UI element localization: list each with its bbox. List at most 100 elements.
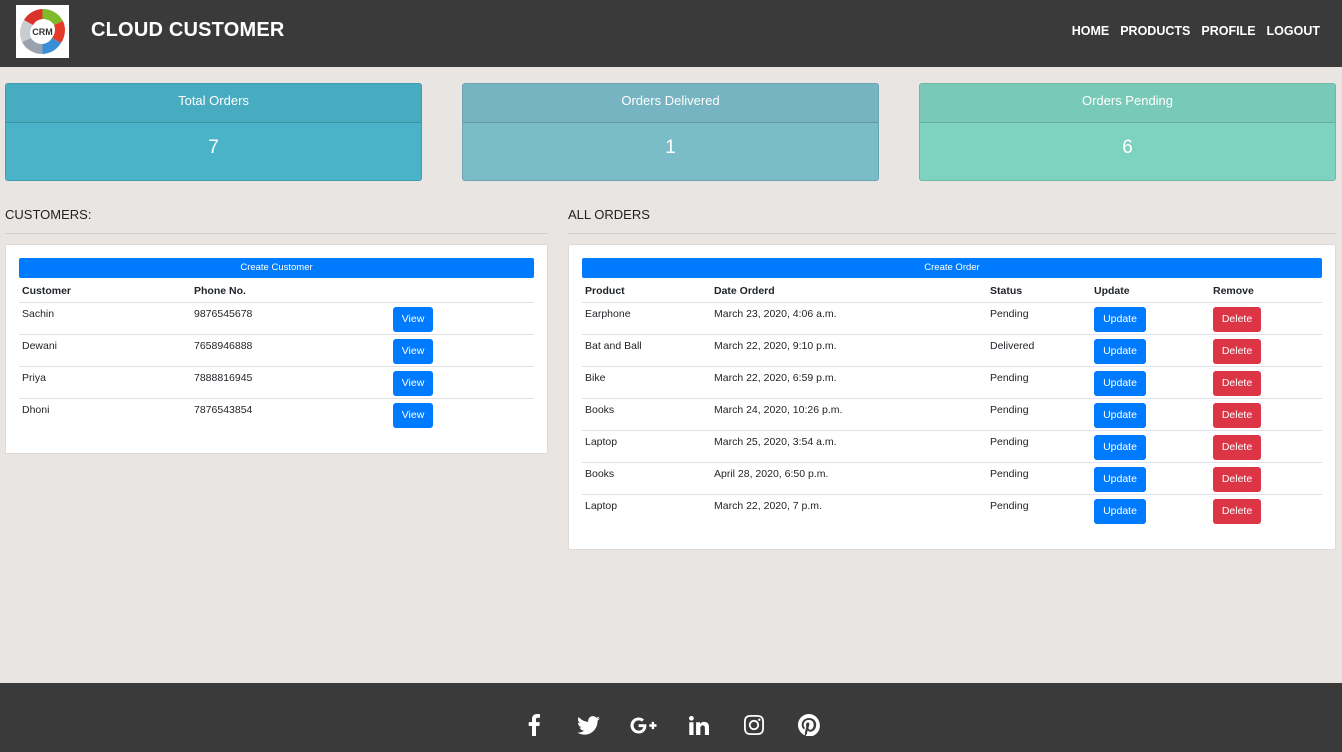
table-row: Earphone March 23, 2020, 4:06 a.m. Pendi… (582, 302, 1322, 335)
pinterest-icon[interactable] (781, 713, 836, 737)
customer-name: Dhoni (22, 403, 50, 416)
order-date: March 24, 2020, 10:26 p.m. (711, 398, 987, 431)
column-header-date: Date Orderd (711, 281, 987, 303)
order-status: Pending (987, 302, 1091, 335)
navbar: CRM CLOUD CUSTOMER HOME PRODUCTS PROFILE… (0, 0, 1342, 67)
order-date: April 28, 2020, 6:50 p.m. (711, 462, 987, 495)
order-product: Books (582, 462, 711, 495)
column-header-customer: Customer (19, 281, 191, 303)
update-order-button[interactable]: Update (1094, 402, 1146, 428)
customers-title: CUSTOMERS: (5, 207, 92, 222)
table-row: Laptop March 22, 2020, 7 p.m. Pending Up… (582, 494, 1322, 526)
customers-table: Customer Phone No. Sachin 9876545678 Vie… (19, 281, 534, 430)
total-orders-card: Total Orders 7 (5, 83, 422, 181)
view-customer-button[interactable]: View (393, 338, 433, 364)
order-date: March 23, 2020, 4:06 a.m. (711, 302, 987, 335)
order-date: March 25, 2020, 3:54 a.m. (711, 430, 987, 463)
customers-panel: Create Customer Customer Phone No. Sachi… (5, 244, 548, 454)
nav-profile[interactable]: PROFILE (1201, 24, 1255, 38)
nav-home[interactable]: HOME (1072, 24, 1110, 38)
table-row: Books March 24, 2020, 10:26 p.m. Pending… (582, 398, 1322, 431)
view-customer-button[interactable]: View (393, 402, 433, 428)
customer-name: Sachin (19, 302, 191, 335)
orders-delivered-value: 1 (665, 137, 676, 158)
column-header-product: Product (582, 281, 711, 303)
customer-phone: 7658946888 (191, 334, 390, 367)
order-status: Pending (990, 499, 1029, 512)
delete-order-button[interactable]: Delete (1213, 402, 1261, 428)
orders-table: Product Date Orderd Status Update Remove… (582, 281, 1322, 526)
order-status: Pending (987, 366, 1091, 399)
customer-name: Dewani (19, 334, 191, 367)
orders-divider (568, 233, 1336, 234)
customer-phone: 9876545678 (191, 302, 390, 335)
update-order-button[interactable]: Update (1094, 306, 1146, 332)
brand-title[interactable]: CLOUD CUSTOMER (91, 19, 285, 42)
linkedin-icon[interactable] (671, 713, 726, 737)
nav-menu: HOME PRODUCTS PROFILE LOGOUT (1072, 24, 1320, 38)
orders-pending-label: Orders Pending (920, 84, 1335, 123)
table-row: Laptop March 25, 2020, 3:54 a.m. Pending… (582, 430, 1322, 463)
customer-name: Priya (19, 366, 191, 399)
update-order-button[interactable]: Update (1094, 434, 1146, 460)
nav-logout[interactable]: LOGOUT (1267, 24, 1320, 38)
order-product: Laptop (585, 499, 618, 512)
google-plus-icon[interactable] (616, 713, 671, 737)
delete-order-button[interactable]: Delete (1213, 498, 1261, 524)
orders-title: ALL ORDERS (568, 207, 650, 222)
view-customer-button[interactable]: View (393, 370, 433, 396)
customer-phone: 7888816945 (191, 366, 390, 399)
view-customer-button[interactable]: View (393, 306, 433, 332)
create-customer-button[interactable]: Create Customer (19, 258, 534, 278)
create-order-button[interactable]: Create Order (582, 258, 1322, 278)
order-product: Earphone (582, 302, 711, 335)
nav-products[interactable]: PRODUCTS (1120, 24, 1190, 38)
logo-text: CRM (32, 27, 53, 37)
order-status: Pending (987, 462, 1091, 495)
update-order-button[interactable]: Update (1094, 370, 1146, 396)
column-header-phone: Phone No. (191, 281, 390, 303)
social-links (0, 713, 1342, 737)
order-status: Pending (987, 430, 1091, 463)
footer (0, 683, 1342, 752)
table-row: Sachin 9876545678 View (19, 302, 534, 335)
order-product: Books (582, 398, 711, 431)
column-header-action (390, 281, 534, 303)
order-date: March 22, 2020, 7 p.m. (714, 499, 822, 512)
instagram-icon[interactable] (726, 713, 781, 737)
table-row: Bat and Ball March 22, 2020, 9:10 p.m. D… (582, 334, 1322, 367)
delete-order-button[interactable]: Delete (1213, 306, 1261, 332)
twitter-icon[interactable] (561, 713, 616, 737)
update-order-button[interactable]: Update (1094, 466, 1146, 492)
table-row: Priya 7888816945 View (19, 366, 534, 399)
update-order-button[interactable]: Update (1094, 338, 1146, 364)
order-product: Laptop (582, 430, 711, 463)
facebook-icon[interactable] (506, 713, 561, 737)
orders-panel: Create Order Product Date Orderd Status … (568, 244, 1336, 550)
order-product: Bat and Ball (582, 334, 711, 367)
delete-order-button[interactable]: Delete (1213, 370, 1261, 396)
delete-order-button[interactable]: Delete (1213, 338, 1261, 364)
column-header-update: Update (1091, 281, 1210, 303)
orders-delivered-label: Orders Delivered (463, 84, 878, 123)
column-header-remove: Remove (1210, 281, 1322, 303)
table-row: Books April 28, 2020, 6:50 p.m. Pending … (582, 462, 1322, 495)
orders-table-header: Product Date Orderd Status Update Remove (582, 281, 1322, 303)
order-product: Bike (582, 366, 711, 399)
table-row: Dhoni 7876543854 View (19, 398, 534, 430)
orders-delivered-card: Orders Delivered 1 (462, 83, 879, 181)
orders-pending-card: Orders Pending 6 (919, 83, 1336, 181)
crm-logo[interactable]: CRM (16, 5, 69, 58)
order-date: March 22, 2020, 6:59 p.m. (711, 366, 987, 399)
delete-order-button[interactable]: Delete (1213, 434, 1261, 460)
order-status: Pending (987, 398, 1091, 431)
orders-pending-value: 6 (1122, 137, 1133, 158)
update-order-button[interactable]: Update (1094, 498, 1146, 524)
total-orders-label: Total Orders (6, 84, 421, 123)
customers-divider (5, 233, 548, 234)
table-row: Dewani 7658946888 View (19, 334, 534, 367)
delete-order-button[interactable]: Delete (1213, 466, 1261, 492)
order-status: Delivered (987, 334, 1091, 367)
total-orders-value: 7 (208, 137, 219, 158)
customer-phone: 7876543854 (194, 403, 253, 416)
